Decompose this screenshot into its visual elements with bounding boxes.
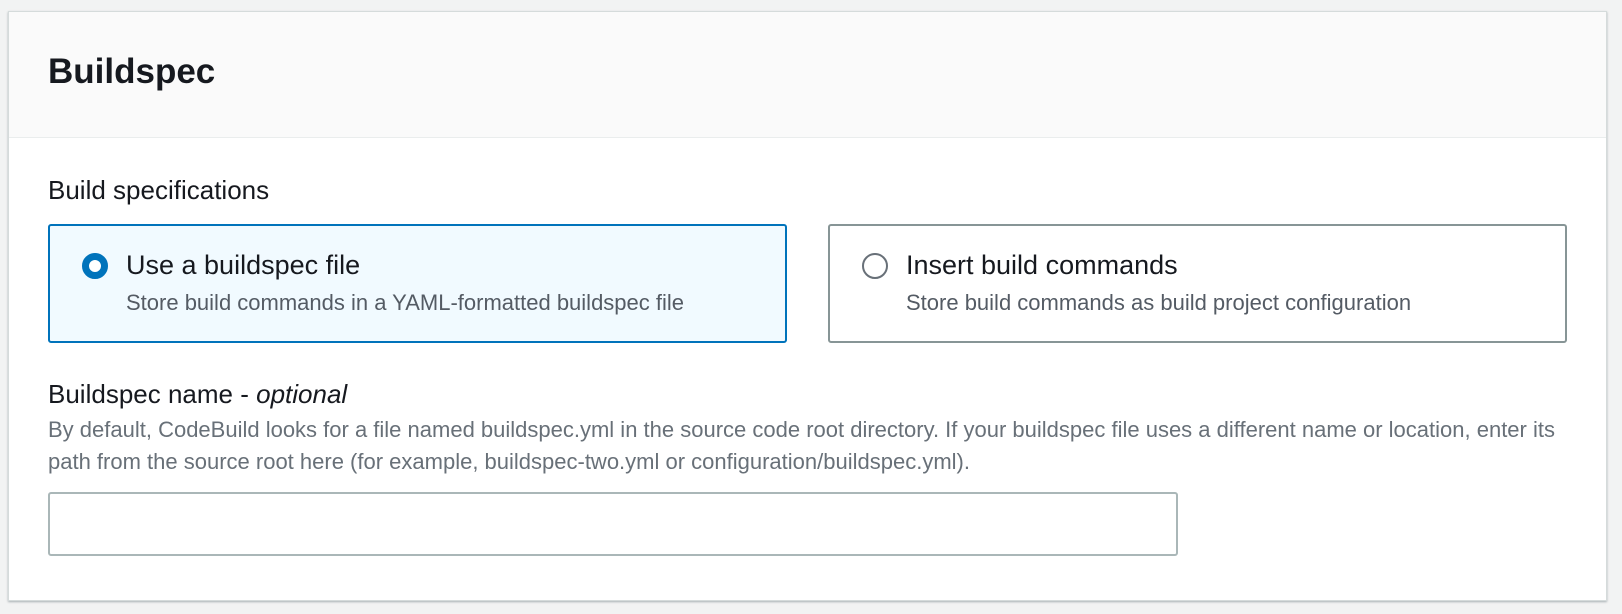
- option-description: Store build commands in a YAML-formatted…: [126, 290, 685, 315]
- radio-unchecked-icon[interactable]: [862, 253, 888, 279]
- build-specifications-label: Build specifications: [48, 175, 270, 205]
- radio-checked-icon[interactable]: [82, 253, 108, 279]
- buildspec-name-label: Buildspec name - optional: [48, 378, 347, 410]
- option-description: Store build commands as build project co…: [906, 290, 1412, 315]
- panel-title: Buildspec: [48, 52, 216, 91]
- optional-label: optional: [256, 379, 348, 409]
- buildspec-name-input[interactable]: [48, 492, 1178, 556]
- insert-build-commands-option[interactable]: Insert build commands Store build comman…: [828, 224, 1567, 343]
- option-title: Insert build commands: [906, 250, 1178, 280]
- buildspec-panel: Buildspec Build specifications Use a bui…: [8, 11, 1607, 601]
- use-buildspec-file-option[interactable]: Use a buildspec file Store build command…: [48, 224, 787, 343]
- option-title: Use a buildspec file: [126, 250, 361, 280]
- buildspec-name-description: By default, CodeBuild looks for a file n…: [48, 417, 1555, 474]
- buildspec-name-label-text: Buildspec name -: [48, 379, 257, 409]
- panel-header: Buildspec: [9, 12, 1606, 138]
